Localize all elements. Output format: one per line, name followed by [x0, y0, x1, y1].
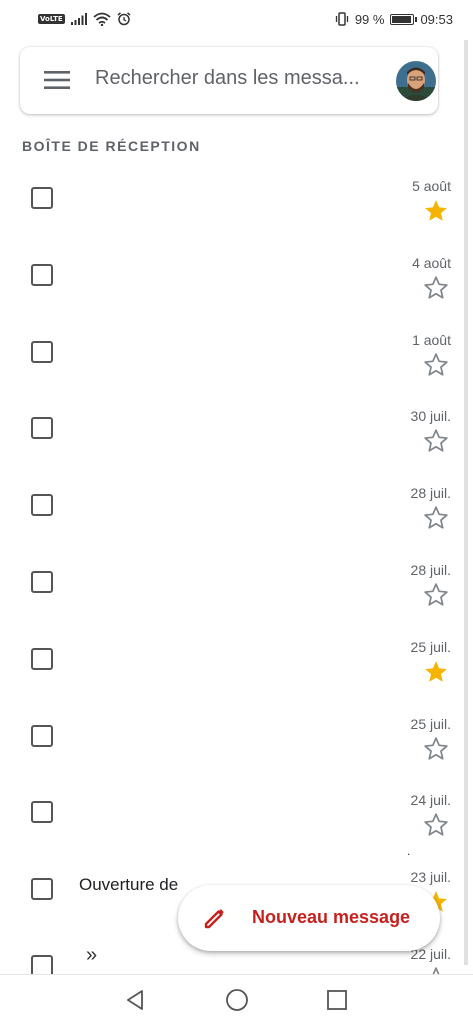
pencil-icon — [204, 909, 224, 929]
list-item[interactable]: 1 août — [0, 332, 473, 409]
star-outline-icon[interactable] — [423, 352, 449, 378]
status-bar: VoLTE 99 % 09:53 — [0, 0, 473, 38]
list-item[interactable]: 30 juil. — [0, 408, 473, 485]
message-date: 5 août — [412, 178, 451, 194]
star-outline-icon[interactable] — [423, 275, 449, 301]
avatar[interactable] — [396, 61, 436, 101]
battery-icon — [390, 13, 418, 25]
star-filled-icon[interactable] — [423, 659, 449, 685]
list-item[interactable]: 28 juil. — [0, 485, 473, 562]
inbox-section-title: BOÎTE DE RÉCEPTION — [22, 138, 201, 154]
battery-percent: 99 % — [354, 11, 385, 27]
row-checkbox[interactable] — [31, 878, 53, 900]
wifi-icon — [93, 12, 111, 26]
message-date: 25 juil. — [410, 639, 451, 655]
chevrons-icon: » — [86, 944, 98, 966]
battery-fill — [392, 15, 412, 23]
list-item[interactable]: 24 juil.. — [0, 792, 473, 869]
message-date: 23 juil. — [410, 869, 451, 885]
row-checkbox[interactable] — [31, 264, 53, 286]
star-outline-icon[interactable] — [423, 505, 449, 531]
row-checkbox[interactable] — [31, 571, 53, 593]
message-date: 25 juil. — [410, 716, 451, 732]
star-outline-icon[interactable] — [423, 428, 449, 454]
message-date: 24 juil. — [410, 792, 451, 808]
message-snippet: Ouverture de — [79, 875, 179, 894]
vibrate-icon — [335, 12, 348, 26]
signal-icon — [70, 13, 87, 25]
recent-apps-icon[interactable] — [327, 990, 347, 1010]
message-date: 4 août — [412, 255, 451, 271]
star-outline-icon[interactable] — [423, 736, 449, 762]
star-outline-icon[interactable] — [423, 812, 449, 838]
alarm-icon — [117, 12, 131, 26]
message-date: 1 août — [412, 332, 451, 348]
message-date: 28 juil. — [410, 485, 451, 501]
avatar-image — [396, 61, 436, 101]
row-checkbox[interactable] — [31, 648, 53, 670]
row-checkbox[interactable] — [31, 187, 53, 209]
star-filled-icon[interactable] — [423, 198, 449, 224]
status-bar-right: 99 % 09:53 — [335, 12, 453, 27]
menu-icon[interactable] — [44, 70, 70, 90]
home-icon[interactable] — [225, 988, 249, 1012]
row-checkbox[interactable] — [31, 341, 53, 363]
scrollbar[interactable] — [464, 40, 468, 965]
search-bar[interactable]: Rechercher dans les messa... — [20, 47, 438, 114]
message-date: 30 juil. — [410, 408, 451, 424]
list-item[interactable]: 5 août — [0, 178, 473, 255]
list-item[interactable]: 4 août — [0, 255, 473, 332]
unread-dot: . — [407, 844, 411, 858]
status-bar-left: VoLTE — [38, 12, 131, 26]
row-checkbox[interactable] — [31, 417, 53, 439]
row-checkbox[interactable] — [31, 725, 53, 747]
row-checkbox[interactable] — [31, 494, 53, 516]
list-item[interactable]: 28 juil. — [0, 562, 473, 639]
navigation-bar — [0, 974, 473, 1025]
star-outline-icon[interactable] — [423, 582, 449, 608]
compose-button[interactable]: Nouveau message — [178, 885, 440, 951]
status-time: 09:53 — [420, 11, 453, 27]
back-icon[interactable] — [124, 989, 146, 1011]
list-item[interactable]: 25 juil. — [0, 639, 473, 716]
search-input[interactable]: Rechercher dans les messa... — [95, 67, 377, 90]
message-date: 28 juil. — [410, 562, 451, 578]
list-item[interactable]: 25 juil. — [0, 716, 473, 793]
volte-icon: VoLTE — [38, 14, 65, 24]
compose-button-label: Nouveau message — [252, 907, 411, 927]
row-checkbox[interactable] — [31, 801, 53, 823]
